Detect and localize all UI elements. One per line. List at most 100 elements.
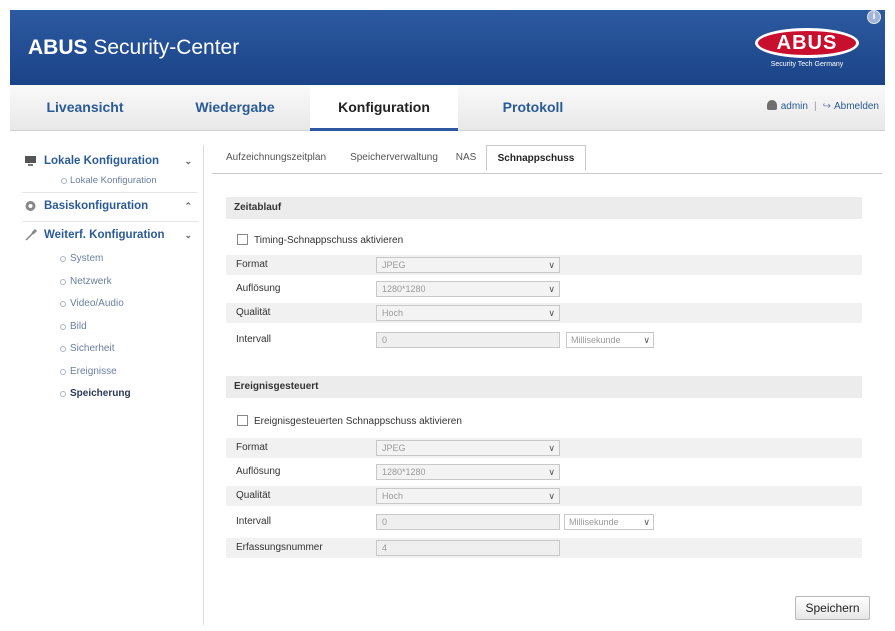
content-panel: Aufzeichnungszeitplan Speicherverwaltung… [203, 145, 883, 625]
event-quality-select[interactable]: Hoch ∨ [376, 488, 560, 504]
main-nav: Liveansicht Wiedergabe Konfiguration Pro… [10, 85, 885, 131]
chevron-down-icon: ∨ [643, 335, 650, 345]
bullet-icon [60, 323, 66, 330]
tab-speicherverwaltung[interactable]: Speicherverwaltung [340, 145, 448, 171]
event-interval-unit-select[interactable]: Millisekunde ∨ [564, 514, 654, 530]
checkbox-label: Ereignisgesteuerten Schnappschuss aktivi… [254, 416, 462, 427]
event-format-select[interactable]: JPEG ∨ [376, 440, 560, 456]
sidebar-item-label: Netzwerk [70, 275, 112, 287]
tab-aufzeichnungszeitplan[interactable]: Aufzeichnungszeitplan [212, 145, 340, 171]
app-title: ABUS Security-Center [28, 36, 240, 59]
info-icon[interactable]: i [867, 10, 881, 24]
sidebar-item-label: Video/Audio [70, 298, 124, 309]
logo-tagline: Security Tech Germany [770, 61, 844, 68]
checkbox-label: Timing-Schnappschuss aktivieren [254, 235, 404, 246]
timing-interval-row: Intervall 0 Millisekunde ∨ [226, 330, 862, 350]
sidebar-item-sicherheit[interactable]: Sicherheit [22, 338, 202, 361]
field-label: Auflösung [236, 466, 281, 477]
sidebar-item-system[interactable]: System [22, 248, 202, 271]
field-label: Qualität [236, 490, 271, 501]
chevron-down-icon: ∨ [548, 491, 555, 501]
event-capture-number-row: Erfassungsnummer 4 [226, 538, 862, 558]
timing-interval-unit-select[interactable]: Millisekunde ∨ [566, 332, 654, 348]
bullet-icon [60, 346, 66, 352]
field-label: Intervall [236, 516, 272, 527]
field-label: Intervall [236, 334, 272, 345]
sidebar-item-video-audio[interactable]: Video/Audio [22, 293, 202, 316]
chevron-down-icon: ∨ [548, 260, 555, 270]
bullet-icon [60, 256, 66, 262]
user-icon [766, 100, 777, 110]
select-value: JPEG [382, 443, 406, 453]
sidebar-group-label: Basiskonfiguration [44, 200, 149, 212]
sidebar-item-speicherung[interactable]: Speicherung [22, 383, 202, 406]
sidebar-item-label: Speicherung [70, 388, 131, 399]
event-interval-input[interactable]: 0 [376, 514, 560, 530]
chevron-down-icon: ∨ [548, 467, 555, 477]
event-snapshot-checkbox[interactable] [237, 415, 248, 426]
timing-resolution-select[interactable]: 1280*1280 ∨ [376, 281, 560, 297]
sidebar-item-label: Ereignisse [70, 365, 117, 377]
chevron-down-icon: ∨ [548, 308, 555, 318]
abus-logo: ABUS Security Tech Germany [755, 28, 859, 74]
timing-quality-row: Qualität Hoch ∨ [226, 303, 862, 323]
tab-konfiguration[interactable]: Konfiguration [310, 85, 458, 131]
bullet-icon [61, 178, 67, 184]
capture-number-input[interactable]: 4 [376, 540, 560, 556]
gear-icon [25, 201, 36, 211]
sidebar-item-label: Lokale Konfiguration [70, 175, 157, 186]
select-value: Hoch [382, 491, 404, 501]
wrench-icon [25, 229, 37, 241]
sidebar-group-lokale-konfiguration[interactable]: Lokale Konfiguration ⌄ [22, 148, 202, 174]
tab-wiedergabe[interactable]: Wiedergabe [160, 85, 310, 131]
select-value: JPEG [382, 260, 406, 270]
timing-resolution-row: Auflösung 1280*1280 ∨ [226, 279, 862, 299]
event-resolution-select[interactable]: 1280*1280 ∨ [376, 464, 560, 480]
logout-icon: ↪ [822, 101, 831, 112]
event-interval-row: Intervall 0 Millisekunde ∨ [226, 512, 862, 532]
section-heading-ereignisgesteuert: Ereignisgesteuert [226, 376, 862, 398]
bullet-icon [60, 368, 66, 375]
save-button[interactable]: Speichern [795, 596, 870, 620]
sidebar-item-bild[interactable]: Bild [22, 316, 202, 339]
event-snapshot-checkbox-row[interactable]: Ereignisgesteuerten Schnappschuss aktivi… [237, 415, 462, 429]
sidebar-item-lokale-konfiguration[interactable]: Lokale Konfiguration [22, 174, 202, 190]
chevron-down-icon: ∨ [548, 284, 555, 294]
sidebar-item-ereignisse[interactable]: Ereignisse [22, 361, 202, 384]
sidebar-group-label: Weiterf. Konfiguration [44, 229, 165, 241]
user-name[interactable]: admin [781, 101, 808, 112]
timing-snapshot-checkbox[interactable] [237, 234, 248, 245]
field-label: Format [236, 259, 268, 270]
chevron-up-icon: ⌃ [184, 201, 192, 211]
timing-interval-input[interactable]: 0 [376, 332, 560, 348]
sidebar-group-label: Lokale Konfiguration [44, 155, 159, 167]
section-heading-zeitablauf: Zeitablauf [226, 197, 862, 219]
field-label: Erfassungsnummer [236, 542, 323, 553]
timing-format-row: Format JPEG ∨ [226, 255, 862, 275]
select-value: Millisekunde [569, 517, 619, 527]
bullet-icon [60, 278, 66, 285]
tab-protokoll[interactable]: Protokoll [458, 85, 608, 131]
event-format-row: Format JPEG ∨ [226, 438, 862, 458]
user-area: admin | ↪ Abmelden [766, 100, 879, 112]
sidebar-item-label: Bild [70, 320, 87, 332]
logout-link[interactable]: Abmelden [834, 101, 879, 112]
tab-nas[interactable]: NAS [448, 145, 484, 171]
event-resolution-row: Auflösung 1280*1280 ∨ [226, 462, 862, 482]
sidebar-item-label: System [70, 253, 104, 264]
tab-liveansicht[interactable]: Liveansicht [10, 85, 160, 131]
bullet-icon [60, 391, 66, 397]
select-value: Hoch [382, 308, 404, 318]
tab-schnappschuss[interactable]: Schnappschuss [486, 145, 586, 171]
event-quality-row: Qualität Hoch ∨ [226, 486, 862, 506]
timing-snapshot-checkbox-row[interactable]: Timing-Schnappschuss aktivieren [237, 234, 403, 248]
sidebar-group-basiskonfiguration[interactable]: Basiskonfiguration ⌃ [22, 193, 202, 219]
select-value: 1280*1280 [382, 284, 426, 294]
timing-quality-select[interactable]: Hoch ∨ [376, 305, 560, 321]
sidebar-group-weiterf-konfiguration[interactable]: Weiterf. Konfiguration ⌄ [22, 222, 202, 248]
timing-format-select[interactable]: JPEG ∨ [376, 257, 560, 273]
sidebar-item-label: Sicherheit [70, 343, 115, 354]
sidebar-item-netzwerk[interactable]: Netzwerk [22, 271, 202, 294]
subtab-divider [212, 173, 882, 174]
chevron-down-icon: ∨ [548, 443, 555, 453]
